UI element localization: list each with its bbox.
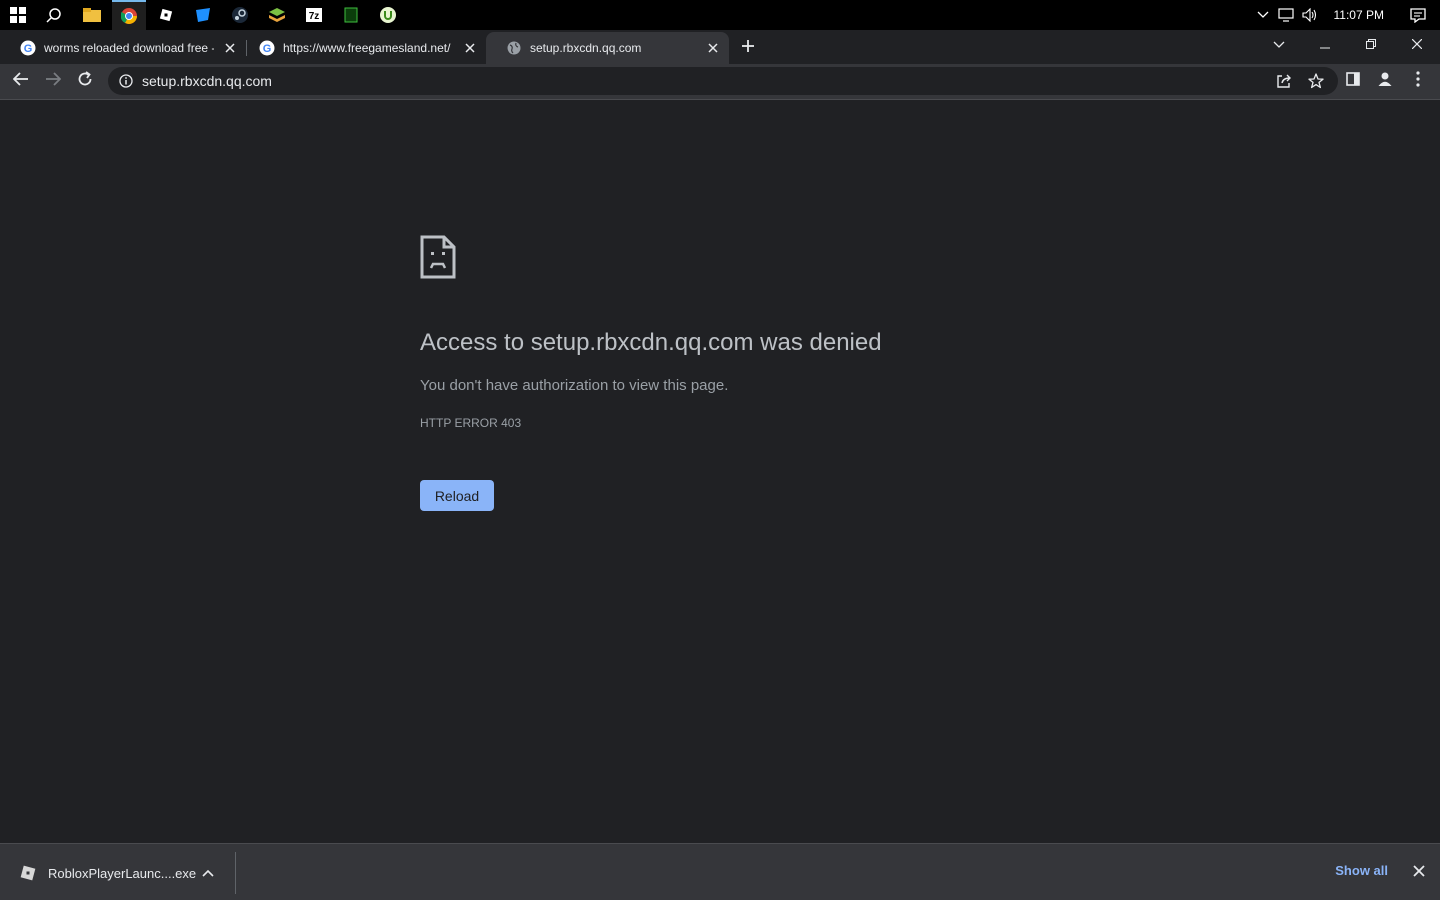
minimize-icon [1320,36,1330,54]
avatar-icon [1377,71,1393,92]
utorrent-taskbar-icon[interactable] [371,0,405,30]
tab-title: setup.rbxcdn.qq.com [530,41,642,55]
tab-setup-rbxcdn[interactable]: setup.rbxcdn.qq.com [486,32,729,64]
arrow-right-icon [45,71,62,91]
google-icon: G [20,40,36,56]
forward-button[interactable] [38,66,68,96]
svg-text:7z: 7z [309,11,320,22]
close-icon [1411,36,1423,54]
show-all-link[interactable]: Show all [1335,863,1388,878]
windows-start-icon[interactable] [1,0,35,30]
download-item[interactable]: RobloxPlayerLaunc....exe [0,852,236,894]
notifications-icon[interactable] [1396,0,1440,30]
share-icon[interactable] [1268,67,1300,95]
restore-button[interactable] [1348,30,1394,60]
chrome-menu-button[interactable] [1403,66,1433,96]
tab-title: https://www.freegamesland.net/ [283,41,451,55]
reload-toolbar-button[interactable] [70,66,100,96]
tab-search-button[interactable] [1256,30,1302,60]
close-icon[interactable] [462,40,478,56]
back-button[interactable] [6,66,36,96]
error-description: You don't have authorization to view thi… [420,377,729,394]
address-url[interactable]: setup.rbxcdn.qq.com [142,73,272,89]
tab-worms-reloaded[interactable]: G worms reloaded download free - [0,32,246,64]
roblox-taskbar-icon[interactable] [149,0,183,30]
terminal-green-taskbar-icon[interactable] [334,0,368,30]
download-file-name: RobloxPlayerLaunc....exe [48,865,197,881]
tab-title: worms reloaded download free - [44,41,214,55]
info-icon[interactable] [112,67,140,95]
error-title: Access to setup.rbxcdn.qq.com was denied [420,329,882,356]
reload-icon [77,70,93,92]
chevron-up-icon[interactable] [1252,0,1274,30]
volume-icon[interactable] [1298,0,1322,30]
page-content: Access to setup.rbxcdn.qq.com was denied… [0,100,1440,843]
svg-text:G: G [263,43,272,55]
more-vertical-icon [1416,70,1420,92]
tab-strip: G worms reloaded download free - G https… [0,30,1440,64]
file-explorer-icon[interactable] [75,0,109,30]
close-window-button[interactable] [1394,30,1440,60]
bluestacks-taskbar-icon[interactable] [260,0,294,30]
svg-text:G: G [24,43,33,55]
arrow-left-icon [12,71,29,91]
tab-freegamesland[interactable]: G https://www.freegamesland.net/ [239,32,486,64]
profile-button[interactable] [1370,66,1400,96]
bookmark-star-icon[interactable] [1300,67,1332,95]
chevron-up-icon[interactable] [198,863,218,883]
side-panel-icon [1346,71,1360,91]
globe-icon [506,40,522,56]
close-icon[interactable] [705,40,721,56]
windows-taskbar: 7z 11:07 PM [0,0,1440,30]
steam-taskbar-icon[interactable] [223,0,257,30]
close-icon[interactable] [1408,860,1430,882]
error-code: HTTP ERROR 403 [420,416,522,430]
network-icon[interactable] [1274,0,1298,30]
browser-toolbar: setup.rbxcdn.qq.com [0,64,1440,100]
google-icon: G [259,40,275,56]
new-tab-button[interactable] [736,36,760,60]
side-panel-button[interactable] [1338,66,1368,96]
sad-file-icon [420,235,456,279]
close-icon[interactable] [222,40,238,56]
chevron-down-icon [1273,36,1285,54]
search-icon[interactable] [37,0,71,30]
plus-icon [741,39,755,58]
minimize-button[interactable] [1302,30,1348,60]
restore-icon [1366,36,1376,54]
reload-button[interactable]: Reload [420,480,494,511]
7zip-taskbar-icon[interactable]: 7z [297,0,331,30]
error-container: Access to setup.rbxcdn.qq.com was denied… [420,235,1060,511]
tab-separator [246,40,247,56]
taskbar-clock[interactable]: 11:07 PM [1322,8,1396,22]
app-blue-taskbar-icon[interactable] [186,0,220,30]
roblox-file-icon [20,865,36,881]
address-bar[interactable]: setup.rbxcdn.qq.com [108,67,1338,95]
download-shelf: RobloxPlayerLaunc....exe Show all [0,843,1440,900]
chrome-taskbar-icon[interactable] [112,0,146,30]
